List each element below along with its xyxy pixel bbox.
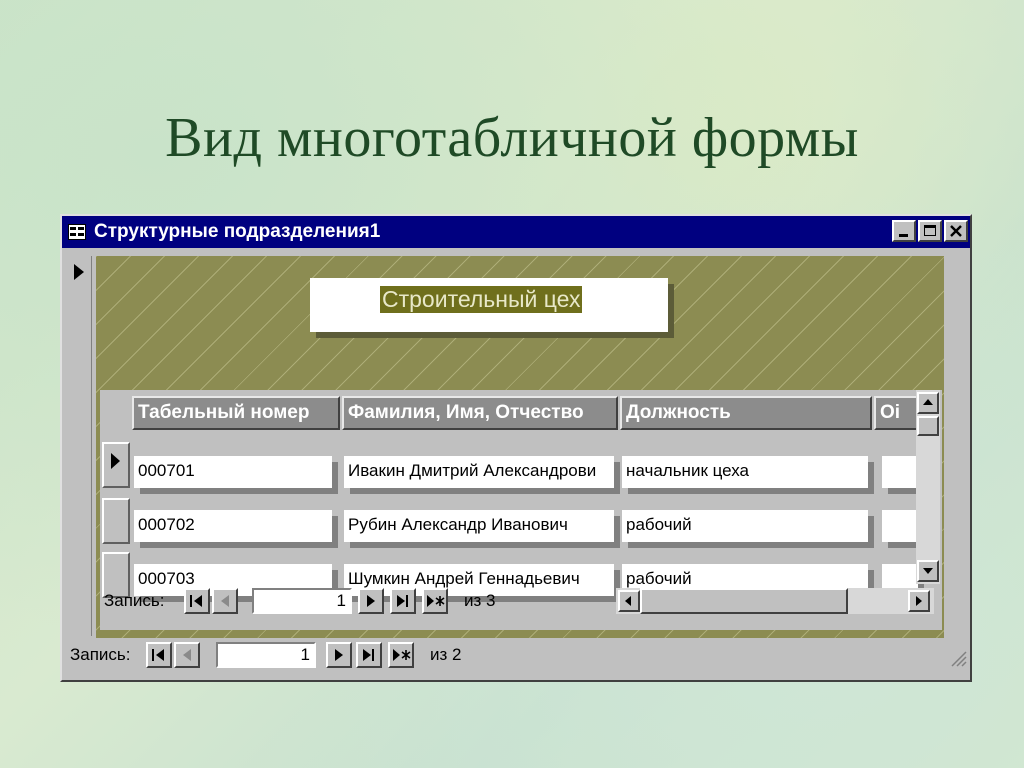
current-record-icon bbox=[74, 264, 84, 280]
arrow-up-icon bbox=[923, 399, 933, 405]
next-record-icon bbox=[335, 649, 343, 661]
record-number-input[interactable]: 1 bbox=[252, 588, 352, 614]
minimize-icon bbox=[899, 234, 908, 237]
new-record-button[interactable] bbox=[422, 588, 448, 614]
last-record-icon bbox=[363, 649, 374, 661]
first-record-button[interactable] bbox=[184, 588, 210, 614]
first-record-button[interactable] bbox=[146, 642, 172, 668]
form-vertical-scrollbar[interactable] bbox=[944, 256, 968, 638]
next-record-button[interactable] bbox=[358, 588, 384, 614]
previous-record-button[interactable] bbox=[174, 642, 200, 668]
table-cell-position[interactable]: рабочий bbox=[622, 510, 868, 542]
record-number-input[interactable]: 1 bbox=[216, 642, 316, 668]
last-record-icon bbox=[397, 595, 408, 607]
form-icon[interactable] bbox=[68, 224, 86, 240]
subdivision-field[interactable]: Строительный цех bbox=[310, 278, 668, 332]
last-record-button[interactable] bbox=[356, 642, 382, 668]
window-title: Структурные подразделения1 bbox=[94, 221, 381, 242]
record-count: из 3 bbox=[464, 591, 496, 610]
maximize-icon bbox=[924, 225, 936, 236]
table-cell-id[interactable]: 000702 bbox=[134, 510, 332, 542]
resize-grip-icon[interactable] bbox=[950, 650, 968, 668]
subform-vertical-scrollbar[interactable] bbox=[916, 390, 940, 584]
form-window: Структурные подразделения1 Строительный … bbox=[60, 214, 972, 682]
table-cell[interactable] bbox=[882, 510, 918, 542]
new-record-icon bbox=[427, 595, 445, 607]
maximize-button[interactable] bbox=[918, 220, 942, 242]
first-record-icon bbox=[190, 595, 202, 607]
table-cell-id[interactable]: 000701 bbox=[134, 456, 332, 488]
table-cell-name[interactable]: Ивакин Дмитрий Александрови bbox=[344, 456, 614, 488]
table-cell-name[interactable]: Рубин Александр Иванович bbox=[344, 510, 614, 542]
arrow-left-icon bbox=[625, 596, 631, 606]
next-record-icon bbox=[367, 595, 375, 607]
slide-title: Вид многотабличной формы bbox=[165, 107, 859, 169]
employees-subform: Табельный номер Фамилия, Имя, Отчество Д… bbox=[100, 390, 942, 630]
new-record-icon bbox=[393, 649, 411, 661]
column-header[interactable]: Должность bbox=[620, 396, 872, 430]
arrow-down-icon bbox=[923, 568, 933, 574]
scroll-thumb[interactable] bbox=[917, 416, 939, 436]
record-selector[interactable] bbox=[64, 256, 92, 636]
subdivision-value: Строительный цех bbox=[380, 286, 583, 313]
main-record-navigator: Запись: 1 из 2 bbox=[62, 640, 970, 670]
arrow-right-icon bbox=[916, 596, 922, 606]
scroll-left-button[interactable] bbox=[618, 590, 640, 612]
first-record-icon bbox=[152, 649, 164, 661]
last-record-button[interactable] bbox=[390, 588, 416, 614]
record-label: Запись: bbox=[70, 645, 131, 664]
close-icon bbox=[950, 225, 962, 237]
scroll-thumb[interactable] bbox=[640, 588, 848, 614]
scroll-down-button[interactable] bbox=[917, 560, 939, 582]
record-count: из 2 bbox=[430, 645, 462, 664]
scroll-right-button[interactable] bbox=[908, 590, 930, 612]
title-bar[interactable]: Структурные подразделения1 bbox=[62, 216, 970, 248]
main-form-body: Строительный цех Табельный номер Фамилия… bbox=[96, 256, 944, 638]
subform-record-navigator: Запись: 1 из 3 bbox=[100, 586, 942, 616]
column-header[interactable]: Фамилия, Имя, Отчество bbox=[342, 396, 618, 430]
previous-record-icon bbox=[221, 595, 229, 607]
table-cell-position[interactable]: начальник цеха bbox=[622, 456, 868, 488]
close-button[interactable] bbox=[944, 220, 968, 242]
record-label: Запись: bbox=[104, 591, 165, 610]
row-selector[interactable] bbox=[102, 442, 130, 488]
column-header[interactable]: Оі bbox=[874, 396, 918, 430]
row-selector[interactable] bbox=[102, 498, 130, 544]
next-record-button[interactable] bbox=[326, 642, 352, 668]
table-cell[interactable] bbox=[882, 456, 918, 488]
previous-record-button[interactable] bbox=[212, 588, 238, 614]
minimize-button[interactable] bbox=[892, 220, 916, 242]
current-record-icon bbox=[111, 453, 120, 469]
column-header[interactable]: Табельный номер bbox=[132, 396, 340, 430]
subform-horizontal-scrollbar[interactable] bbox=[616, 588, 934, 614]
new-record-button[interactable] bbox=[388, 642, 414, 668]
scroll-up-button[interactable] bbox=[917, 392, 939, 414]
previous-record-icon bbox=[183, 649, 191, 661]
